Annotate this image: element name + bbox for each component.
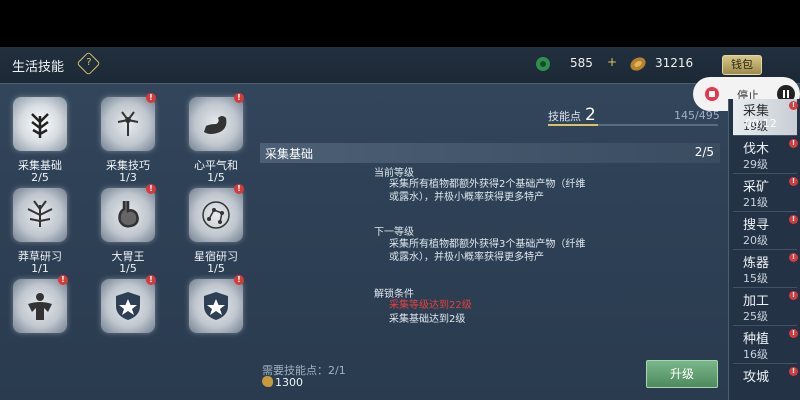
alert-badge: ! <box>789 139 798 148</box>
detail-level: 2/5 <box>694 145 714 159</box>
detail-header: 采集基础 2/5 <box>260 143 720 163</box>
sidebar-item-forging[interactable]: 炼器 15级! <box>733 251 798 288</box>
upgrade-cost: 1300 <box>262 376 303 389</box>
alert-badge: ! <box>789 291 798 300</box>
alert-badge: ! <box>789 253 798 262</box>
sidebar-item-mining[interactable]: 采矿 21级! <box>733 175 798 212</box>
flower-icon <box>101 97 155 151</box>
herb-icon <box>13 188 67 242</box>
next-level-desc: 采集所有植物都额外获得3个基础产物（纤维或露水），并极小概率获得更多特产 <box>389 239 586 263</box>
sidebar-item-processing[interactable]: 加工 25级! <box>733 289 798 326</box>
add-jade-button[interactable]: + <box>607 55 617 69</box>
stop-record-icon[interactable] <box>705 87 719 101</box>
arm-icon <box>189 97 243 151</box>
upgrade-button[interactable]: 升级 <box>646 360 718 388</box>
next-level-label: 下一等级 <box>374 227 414 238</box>
detail-title: 采集基础 <box>265 147 314 161</box>
star-shield-icon <box>101 279 155 333</box>
constellation-icon <box>189 188 243 242</box>
alert-badge: ! <box>234 93 244 103</box>
star-shield-icon <box>189 279 243 333</box>
current-level-desc: 采集所有植物都额外获得2个基础产物（纤维或露水），并极小概率获得更多特产 <box>389 179 586 203</box>
wallet-button[interactable]: 钱包 <box>722 55 762 75</box>
alert-badge: ! <box>789 329 798 338</box>
leaf-icon <box>13 97 67 151</box>
alert-badge: ! <box>146 184 156 194</box>
alert-badge: ! <box>58 275 68 285</box>
unlock-label: 解锁条件 <box>374 289 414 300</box>
coin-amount: 31216 <box>655 56 694 70</box>
alert-badge: ! <box>234 275 244 285</box>
help-icon[interactable]: ? <box>76 51 101 76</box>
sidebar-item-planting[interactable]: 种植 16级! <box>733 327 798 364</box>
skill-points-value: 2 <box>585 105 596 125</box>
alert-badge: ! <box>789 367 798 376</box>
sidebar-item-siege[interactable]: 攻城! <box>733 365 798 400</box>
jade-amount: 585 <box>570 56 593 70</box>
skill-points-bar <box>548 124 718 126</box>
skill-category-sidebar: 采集 19级! 伐木 29级! 采矿 21级! 搜寻 20级! 炼器 15级! 加工 25级… <box>728 99 800 400</box>
current-level-label: 当前等级 <box>374 168 414 179</box>
alert-badge: ! <box>146 93 156 103</box>
alert-badge: ! <box>789 101 798 110</box>
coin-icon <box>262 376 273 387</box>
unlock-condition-1: 采集等级达到22级 <box>389 300 472 311</box>
jade-icon <box>536 57 550 71</box>
alert-badge: ! <box>789 177 798 186</box>
record-timer: 00:12 <box>745 117 777 130</box>
sidebar-item-search[interactable]: 搜寻 20级! <box>733 213 798 250</box>
stomach-icon <box>101 188 155 242</box>
alert-badge: ! <box>234 184 244 194</box>
muscle-icon <box>13 279 67 333</box>
coin-icon <box>630 57 646 71</box>
game-screen: 生活技能 ? 585 + 31216 钱包 技能点 2 145/495 停止 采集… <box>0 47 800 400</box>
unlock-condition-2: 采集基础达到2级 <box>389 314 466 325</box>
sidebar-item-logging[interactable]: 伐木 29级! <box>733 137 798 174</box>
page-title: 生活技能 <box>12 60 65 75</box>
alert-badge: ! <box>146 275 156 285</box>
header-bar: 生活技能 ? 585 + 31216 钱包 <box>0 47 800 84</box>
status-bar <box>0 0 800 47</box>
skill-points-bar-fill <box>548 124 598 126</box>
alert-badge: ! <box>789 215 798 224</box>
skill-points: 技能点 2 <box>548 105 596 125</box>
